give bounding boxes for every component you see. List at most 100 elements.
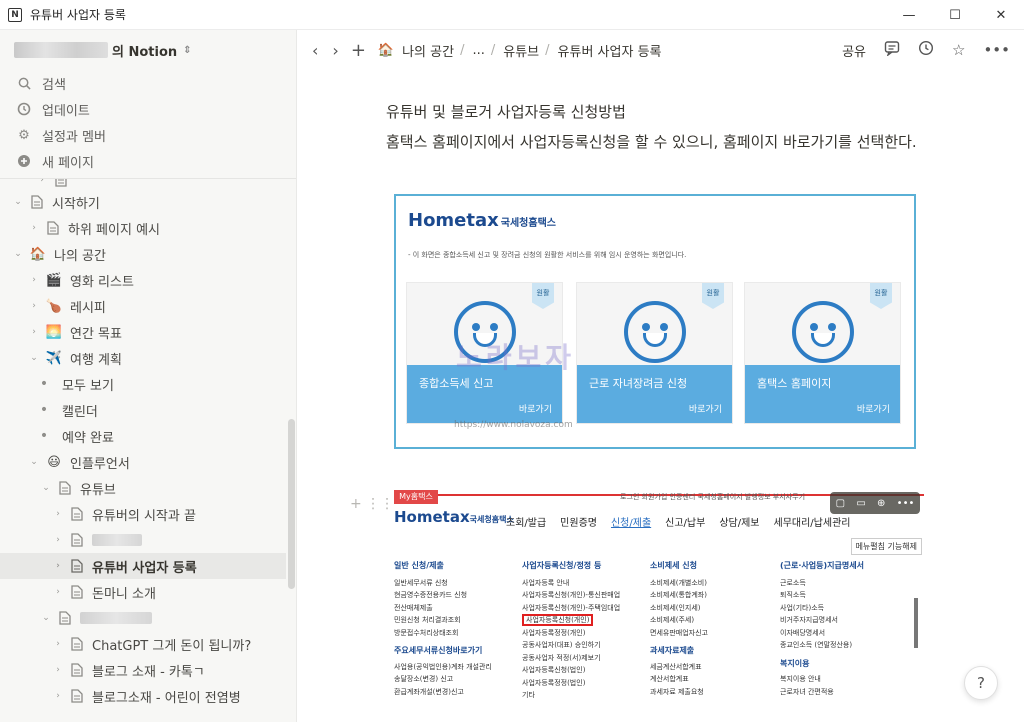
breadcrumb-item[interactable]: ... [472, 43, 484, 58]
tree-row-label: 연간 목표 [70, 326, 122, 342]
chevron-right-icon[interactable]: › [50, 561, 66, 571]
sidebar-updates[interactable]: 업데이트 [0, 96, 90, 122]
block-drag-handle-icon[interactable]: + ⋮⋮ [350, 496, 394, 512]
tree-row-label: 유튜버의 시작과 끝 [92, 508, 196, 524]
chevron-right-icon[interactable]: › [50, 509, 66, 519]
breadcrumb-item[interactable]: 나의 공간 [402, 41, 454, 60]
tree-row-label: 나의 공간 [54, 248, 106, 264]
history-clock-icon[interactable] [918, 40, 934, 60]
more-horizontal-icon[interactable]: ••• [983, 41, 1010, 59]
tree-row-selected[interactable]: › 유튜버 사업자 등록 [0, 553, 286, 579]
chevron-right-icon[interactable]: › [26, 223, 42, 233]
column-subtitle: 과세자료제출 [650, 646, 695, 655]
sidebar-settings[interactable]: ⚙ 설정과 멤버 [0, 122, 106, 148]
tree-row[interactable]: › [0, 527, 286, 553]
forward-arrow-icon[interactable]: › [332, 41, 338, 60]
menu-link: 사업자등록정정(법인) [522, 678, 586, 687]
chevron-down-icon[interactable]: ⌄ [10, 249, 26, 259]
tree-row[interactable]: ⌄ 🏠 나의 공간 [0, 241, 286, 267]
hometax-notice: - 이 화면은 종합소득세 신고 및 장려금 신청의 원활한 서비스를 위해 임… [408, 251, 687, 259]
tree-row-label: 인플루언서 [70, 456, 130, 472]
chevron-right-icon[interactable]: › [50, 665, 66, 675]
chevron-right-icon[interactable]: › [50, 535, 66, 545]
chevron-right-icon[interactable]: › [50, 691, 66, 701]
sidebar-new-page[interactable]: 새 페이지 [0, 148, 94, 174]
chevron-down-icon[interactable]: ⌄ [26, 457, 42, 467]
embedded-scrollbar [914, 598, 918, 648]
tree-row[interactable]: › 유튜버의 시작과 끝 [0, 501, 286, 527]
tree-row[interactable]: › 블로그소재 - 어린이 전염병 [0, 683, 286, 709]
body-line[interactable]: 홈택스 홈페이지에서 사업자등록신청을 할 수 있으니, 홈페이지 바로가기를 … [386, 130, 926, 155]
menu-link: 전산매체제출 [394, 603, 433, 612]
tree-row[interactable]: › 돈마니 소개 [0, 579, 286, 605]
status-flag: 원활 [870, 283, 892, 309]
plus-circle-icon [16, 153, 32, 169]
highlight-box: 사업자등록신청(개인) [522, 614, 594, 626]
tree-row[interactable]: › 🍗 레시피 [0, 293, 286, 319]
maximize-button[interactable]: ☐ [932, 0, 978, 30]
menu-link: 면세유판매업자신고 [650, 628, 708, 637]
close-button[interactable]: ✕ [978, 0, 1024, 30]
chevron-down-icon[interactable]: ⌄ [38, 613, 54, 623]
tree-row-label: 캘린더 [62, 404, 98, 420]
tree-row[interactable]: › 🎬 영화 리스트 [0, 267, 286, 293]
download-icon[interactable]: ⊕ [877, 498, 885, 509]
chevron-down-icon[interactable]: ⌄ [10, 197, 26, 207]
chevron-down-icon[interactable]: ⌄ [38, 483, 54, 493]
hometax-screenshot-2[interactable]: My홈택스 로그인 회원가입 인증센터 국세청홈페이지 발행정보 부서사무기 H… [394, 488, 924, 722]
star-icon[interactable]: ☆ [952, 41, 965, 59]
tree-row[interactable]: ⌄ 😃 인플루언서 [0, 449, 286, 475]
comment-icon[interactable] [884, 40, 900, 60]
plus-icon[interactable]: + [351, 40, 366, 61]
workspace-suffix: 의 Notion [112, 44, 178, 60]
column-title: (근로·사업등)지급명세서 [780, 561, 864, 570]
chevron-right-icon[interactable]: › [50, 587, 66, 597]
caption-icon[interactable]: ▭ [856, 498, 865, 509]
comment-icon[interactable]: ▢ [836, 498, 845, 509]
page-icon [70, 558, 84, 574]
tree-row-label: 하위 페이지 예시 [68, 222, 160, 238]
menu-link: 소비제세(주세) [650, 616, 695, 624]
menu-link: 사업용(공익법인용)계좌 개설관리 [394, 662, 492, 671]
tree-row-label: 예약 완료 [62, 430, 114, 446]
chevron-right-icon[interactable]: › [50, 639, 66, 649]
share-button[interactable]: 공유 [842, 41, 866, 60]
hometax-screenshot-1[interactable]: Hometax 국세청홈택스 - 이 화면은 종합소득세 신고 및 장려금 신청의… [394, 194, 916, 449]
tree-row[interactable]: › 🌅 연간 목표 [0, 319, 286, 345]
breadcrumb-item[interactable]: 유튜브 [503, 41, 539, 60]
breadcrumb-current[interactable]: 유튜버 사업자 등록 [558, 41, 662, 60]
workspace-switcher[interactable]: 의 Notion ⇕ [0, 30, 296, 70]
more-horizontal-icon[interactable]: ••• [897, 498, 915, 509]
tree-row[interactable]: • 예약 완료 [0, 423, 286, 449]
chevron-down-icon[interactable]: ⌄ [26, 353, 42, 363]
menu-link: 사업(기타)소득 [780, 603, 825, 612]
tree-row[interactable]: ⌄ ✈️ 여행 계획 [0, 345, 286, 371]
search-icon [16, 75, 32, 91]
chevron-right-icon: › [40, 178, 44, 185]
chevron-right-icon[interactable]: › [26, 327, 42, 337]
menu-link: 공동사업자 적정(서)제보기 [522, 653, 601, 662]
tree-row[interactable]: • 모두 보기 [0, 371, 286, 397]
tree-row[interactable]: › 블로그 소재 - 카톡ㄱ [0, 657, 286, 683]
breadcrumb-separator: / [545, 42, 550, 58]
minimize-button[interactable]: — [886, 0, 932, 30]
menu-link: 사업자등록신청(개인)-통신판매업 [522, 591, 621, 599]
tree-row[interactable]: ⌄ 시작하기 [0, 189, 286, 215]
tree-row[interactable]: • 캘린더 [0, 397, 286, 423]
help-button[interactable]: ? [964, 666, 998, 700]
tree-row[interactable]: › ChatGPT 그게 돈이 됩니까? [0, 631, 286, 657]
sidebar-search[interactable]: 검색 [0, 70, 66, 96]
hometax-logo: Hometax국세청홈택스 [394, 508, 514, 526]
sidebar-scrollbar[interactable] [288, 419, 295, 589]
sidebar: 의 Notion ⇕ 검색 업데이트 ⚙ 설정과 멤버 새 페이지 › ⌄ 시작… [0, 30, 297, 722]
chevron-right-icon[interactable]: › [26, 275, 42, 285]
heading-line[interactable]: 유튜버 및 블로거 사업자등록 신청방법 [386, 100, 926, 125]
chevron-right-icon[interactable]: › [26, 301, 42, 311]
column-title: 사업자등록신청/정정 등 [522, 561, 602, 570]
tree-row[interactable]: ⌄ 유튜브 [0, 475, 286, 501]
nav-item-active: 신청/제출 [610, 518, 652, 529]
tree-row[interactable]: › 하위 페이지 예시 [0, 215, 286, 241]
menu-link: 사업자등록 안내 [522, 578, 570, 587]
back-arrow-icon[interactable]: ‹ [312, 41, 318, 60]
tree-row[interactable]: ⌄ [0, 605, 286, 631]
